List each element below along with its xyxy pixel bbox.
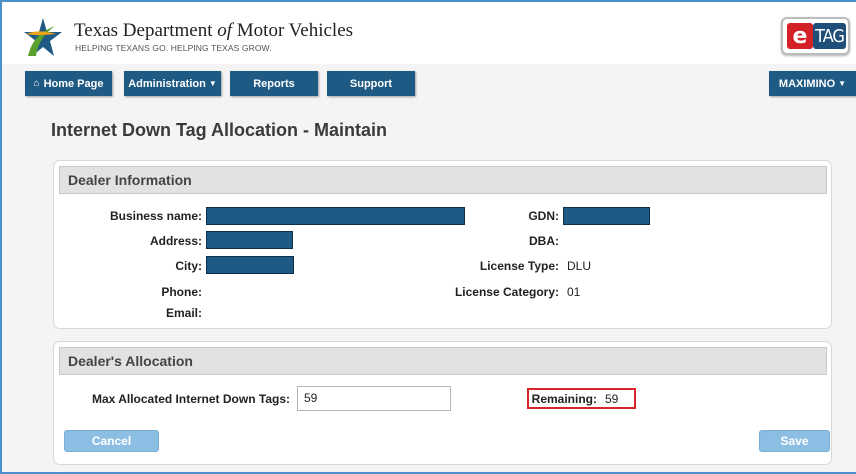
nav-reports-label: Reports	[253, 77, 295, 90]
address-redacted	[206, 231, 293, 249]
remaining-label: Remaining:	[531, 392, 597, 406]
user-menu-button[interactable]: MAXIMINO ▼	[769, 71, 856, 96]
user-menu-label: MAXIMINO	[778, 77, 836, 90]
city-label: City:	[175, 259, 202, 273]
license-category-value: 01	[567, 285, 581, 299]
brand-title: Texas Department of Motor Vehicles	[74, 20, 354, 41]
business-name-redacted	[206, 207, 465, 225]
dealer-information-heading: Dealer Information	[59, 166, 827, 194]
nav-home-button[interactable]: ⌂ Home Page	[25, 71, 112, 96]
texas-star-logo-icon	[24, 18, 62, 56]
license-category-label: License Category:	[454, 285, 559, 299]
address-label: Address:	[149, 234, 202, 248]
email-label: Email:	[165, 306, 202, 320]
license-type-label: License Type:	[479, 259, 559, 273]
nav-home-label: Home Page	[43, 77, 104, 90]
etag-logo: e TAG	[781, 17, 850, 55]
business-name-label: Business name:	[109, 209, 202, 223]
nav-support-label: Support	[349, 77, 393, 90]
nav-administration-button[interactable]: Administration ▼	[124, 71, 221, 96]
save-button[interactable]: Save	[759, 430, 830, 452]
site-header: Texas Department of Motor Vehicles HELPI…	[2, 2, 856, 64]
page-title: Internet Down Tag Allocation - Maintain	[51, 120, 387, 140]
phone-label: Phone:	[161, 285, 202, 299]
etag-tag: TAG	[813, 23, 846, 49]
gdn-label: GDN:	[528, 209, 559, 223]
brand-tagline: HELPING TEXANS GO. HELPING TEXAS GROW.	[75, 43, 272, 53]
gdn-redacted	[563, 207, 650, 225]
dba-label: DBA:	[529, 234, 559, 248]
nav-reports-button[interactable]: Reports	[230, 71, 318, 96]
city-redacted	[206, 256, 294, 274]
dealer-allocation-heading: Dealer's Allocation	[59, 347, 827, 375]
chevron-down-icon: ▼	[208, 79, 217, 88]
nav-administration-label: Administration	[128, 77, 206, 90]
max-allocated-label: Max Allocated Internet Down Tags:	[91, 392, 290, 406]
home-icon: ⌂	[33, 78, 40, 89]
remaining-value: 59	[605, 392, 619, 406]
cancel-button[interactable]: Cancel	[64, 430, 159, 452]
max-allocated-input[interactable]: 59	[297, 386, 451, 411]
license-type-value: DLU	[567, 259, 592, 273]
etag-e: e	[787, 23, 813, 49]
nav-support-button[interactable]: Support	[327, 71, 415, 96]
chevron-down-icon: ▼	[838, 79, 847, 88]
